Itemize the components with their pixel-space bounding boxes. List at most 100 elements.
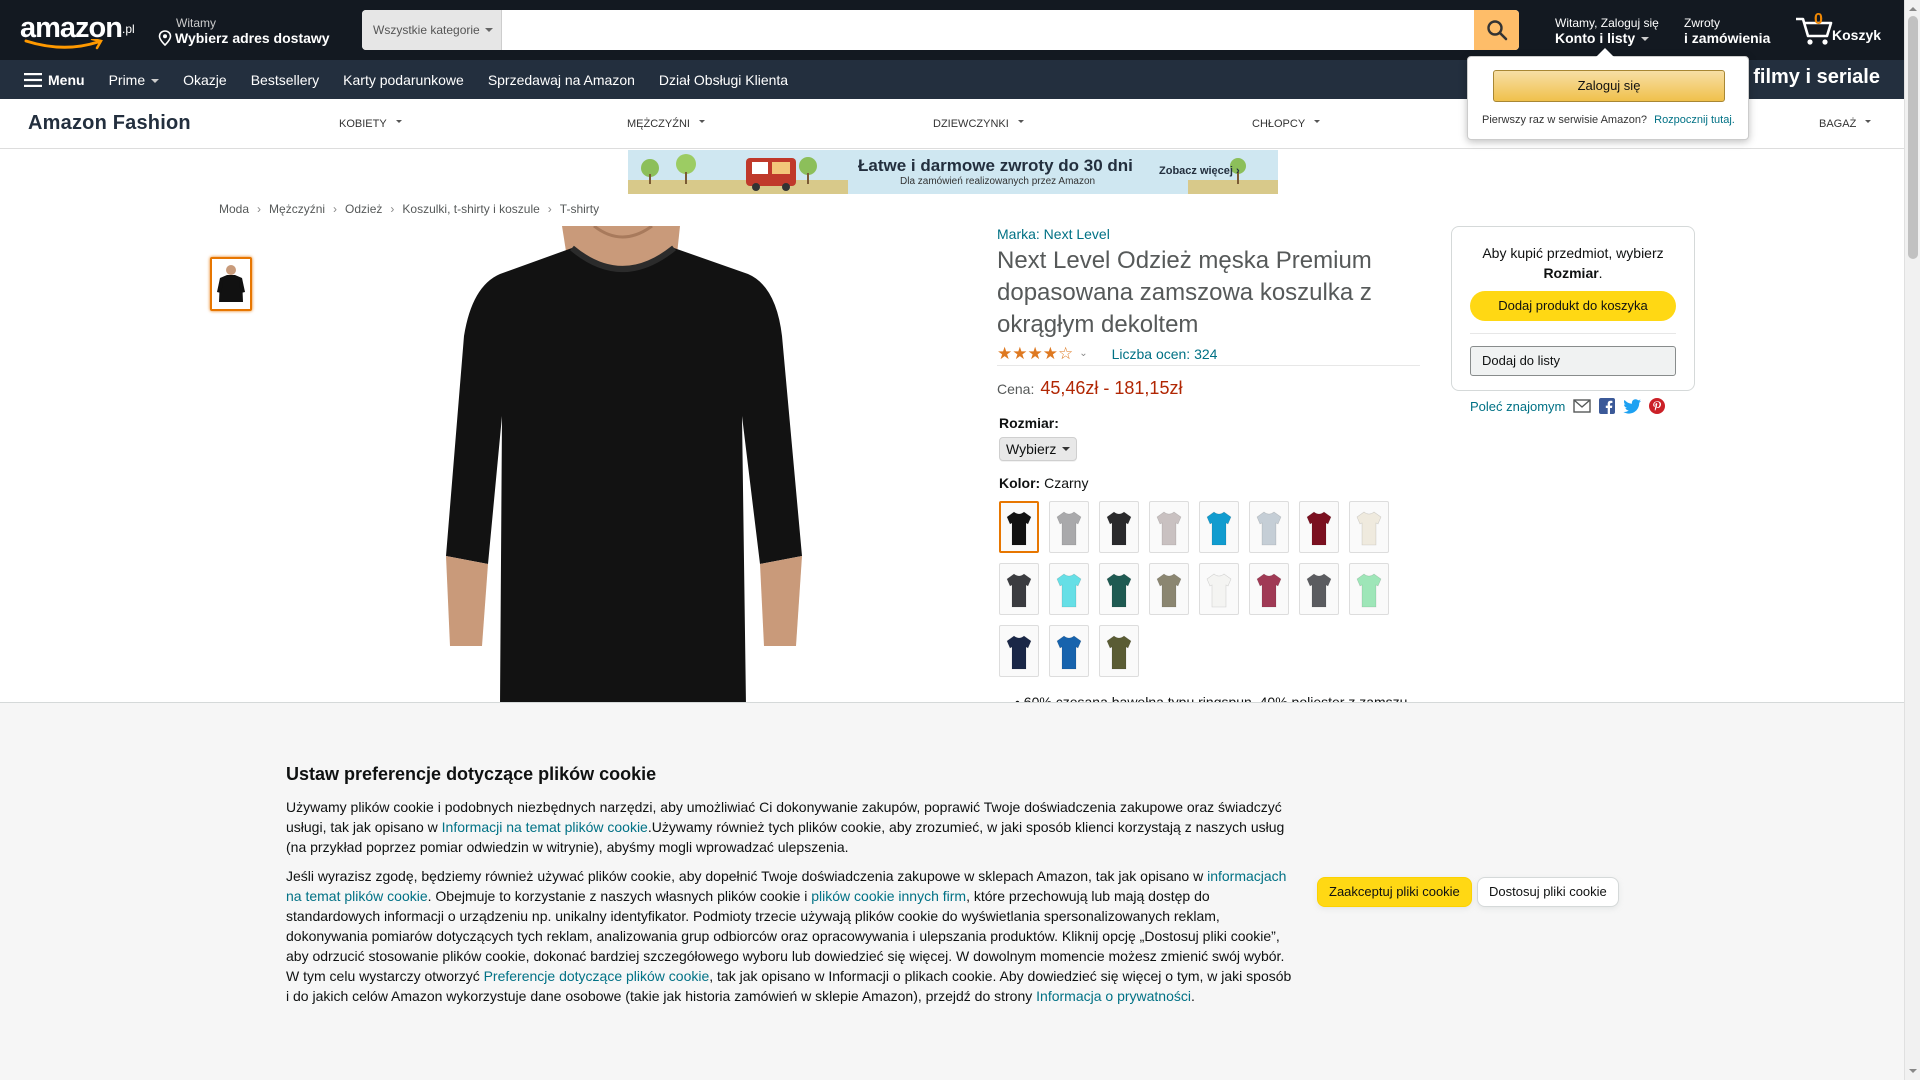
color-swatch[interactable] (1149, 563, 1189, 615)
fashion-cat-mezczyzni[interactable]: MĘŻCZYŹNI (627, 118, 705, 130)
subnav-item-karty-podarunkowe[interactable]: Karty podarunkowe (331, 72, 476, 88)
search-button[interactable] (1474, 10, 1519, 50)
color-swatch[interactable] (1199, 563, 1239, 615)
rating-count-link[interactable]: Liczba ocen: 324 (1112, 346, 1218, 362)
tshirt-thumbnail-icon (217, 265, 245, 302)
banner-more-link[interactable]: Zobacz więcej › (1159, 165, 1240, 177)
tshirt-icon (1106, 511, 1132, 546)
breadcrumb-moda[interactable]: Moda (219, 202, 249, 216)
tshirt-icon (1206, 511, 1232, 546)
color-swatch[interactable] (1199, 501, 1239, 553)
tshirt-icon (1356, 573, 1382, 608)
banner-subtitle: Dla zamówień realizowanych przez Amazon (900, 176, 1096, 187)
color-swatch[interactable] (1049, 625, 1089, 677)
hamburger-icon (24, 72, 42, 87)
product-main-image[interactable] (350, 226, 950, 706)
search-category-select[interactable]: Wszystkie kategorie (362, 10, 502, 50)
accept-cookies-button[interactable]: Zaakceptuj pliki cookie (1317, 877, 1472, 907)
new-customer-text: Pierwszy raz w serwisie Amazon? (1482, 114, 1648, 126)
color-swatch[interactable] (1099, 563, 1139, 615)
account-greeting: Witamy, Zaloguj się (1555, 16, 1659, 30)
returns-orders[interactable]: Zwroty i zamówienia (1684, 16, 1770, 46)
scrollbar-thumb[interactable] (1908, 16, 1918, 259)
color-swatch[interactable] (1299, 501, 1339, 553)
breadcrumb-odziez[interactable]: Odzież (345, 202, 382, 216)
account-menu[interactable]: Witamy, Zaloguj się Konto i listy (1555, 16, 1659, 46)
color-swatch[interactable] (1249, 501, 1289, 553)
cookie-paragraph-1: Używamy plików cookie i podobnych niezbę… (286, 797, 1296, 857)
tshirt-icon (1006, 573, 1032, 608)
tshirt-icon (1056, 573, 1082, 608)
color-section: Kolor: Czarny (999, 475, 1420, 677)
color-swatch[interactable] (999, 501, 1039, 553)
start-here-link[interactable]: Rozpocznij tutaj. (1654, 114, 1735, 126)
add-to-cart-button[interactable]: Dodaj produkt do koszyka (1470, 291, 1676, 321)
color-swatch[interactable] (1099, 501, 1139, 553)
product-thumbnail[interactable] (210, 257, 252, 311)
tshirt-icon (1306, 573, 1332, 608)
share-link[interactable]: Poleć znajomym (1470, 399, 1565, 414)
third-party-cookies-link[interactable]: plików cookie innych firm (811, 888, 966, 904)
subnav-item-okazje[interactable]: Okazje (171, 72, 239, 88)
subnav-item-prime[interactable]: Prime (97, 72, 172, 88)
fashion-cat-bagaz[interactable]: BAGAŻ (1819, 118, 1871, 130)
size-select[interactable]: Wybierz (999, 437, 1078, 461)
breadcrumb-separator: › (257, 202, 262, 216)
subnav-item-bestsellery[interactable]: Bestsellery (239, 72, 331, 88)
tshirt-icon (1056, 635, 1082, 670)
subnav-item-sprzedawaj[interactable]: Sprzedawaj na Amazon (476, 72, 647, 88)
deliver-to[interactable]: Witamy Wybierz adres dostawy (158, 16, 330, 46)
returns-label: Zwroty (1684, 16, 1720, 30)
scroll-down-arrow-icon[interactable] (1909, 1069, 1917, 1077)
pinterest-icon[interactable] (1649, 398, 1666, 414)
color-swatch[interactable] (1099, 625, 1139, 677)
promo-link[interactable]: filmy i seriale (1753, 66, 1880, 89)
tshirt-icon (1156, 511, 1182, 546)
breadcrumb-mezczyzni[interactable]: Mężczyźni (269, 202, 325, 216)
color-swatch[interactable] (1299, 563, 1339, 615)
rating-stars-icon[interactable]: ★★★★☆ (997, 344, 1073, 364)
scroll-up-arrow-icon[interactable] (1909, 3, 1917, 11)
brand-link[interactable]: Marka: Next Level (997, 226, 1420, 242)
cart-count: 0 (1814, 11, 1823, 28)
nav-belt: amazon .pl Witamy Wybierz adres dostawy … (0, 0, 1904, 60)
cookie-text: . (1190, 988, 1195, 1004)
color-swatch[interactable] (1049, 563, 1089, 615)
tshirt-icon (1206, 573, 1232, 608)
orders-label: i zamówienia (1684, 30, 1771, 46)
search-input[interactable] (502, 10, 1472, 50)
fashion-cat-kobiety[interactable]: KOBIETY (339, 118, 402, 130)
breadcrumb-t-shirty[interactable]: T-shirty (560, 202, 599, 216)
customize-cookies-button[interactable]: Dostosuj pliki cookie (1477, 877, 1619, 907)
color-swatch[interactable] (1349, 501, 1389, 553)
fashion-cat-chlopcy[interactable]: CHŁOPCY (1252, 118, 1320, 130)
color-swatch[interactable] (999, 563, 1039, 615)
email-icon[interactable] (1573, 399, 1592, 413)
returns-banner[interactable]: Łatwe i darmowe zwroty do 30 dni Dla zam… (628, 150, 1278, 194)
menu-button[interactable]: Menu (0, 72, 97, 88)
search-icon (1486, 20, 1507, 41)
tshirt-icon (1306, 511, 1332, 546)
add-to-list-button[interactable]: Dodaj do listy (1470, 346, 1676, 376)
chevron-down-icon[interactable]: ⌄ (1079, 348, 1087, 359)
subnav-item-obsluga-klienta[interactable]: Dział Obsługi Klienta (647, 72, 800, 88)
color-swatch[interactable] (1049, 501, 1089, 553)
fashion-brand[interactable]: Amazon Fashion (28, 112, 191, 135)
size-section: Rozmiar: Wybierz (999, 415, 1420, 461)
tshirt-icon (1006, 635, 1032, 670)
color-swatch[interactable] (1149, 501, 1189, 553)
facebook-icon[interactable] (1599, 398, 1616, 414)
cookie-preferences-link[interactable]: Preferencje dotyczące plików cookie (484, 968, 710, 984)
page-scrollbar[interactable] (1904, 0, 1920, 1080)
color-swatch[interactable] (1349, 563, 1389, 615)
signin-button[interactable]: Zaloguj się (1493, 70, 1725, 102)
twitter-icon[interactable] (1623, 398, 1642, 414)
cookie-info-link[interactable]: Informacji na temat plików cookie (442, 819, 648, 835)
cart-button[interactable]: 0 Koszyk (1792, 11, 1892, 48)
color-swatch[interactable] (999, 625, 1039, 677)
amazon-logo[interactable]: amazon .pl (20, 12, 140, 50)
color-swatch[interactable] (1249, 563, 1289, 615)
breadcrumb-koszulki[interactable]: Koszulki, t-shirty i koszule (402, 202, 539, 216)
privacy-notice-link[interactable]: Informacja o prywatności (1036, 988, 1191, 1004)
fashion-cat-dziewczynki[interactable]: DZIEWCZYNKI (933, 118, 1024, 130)
